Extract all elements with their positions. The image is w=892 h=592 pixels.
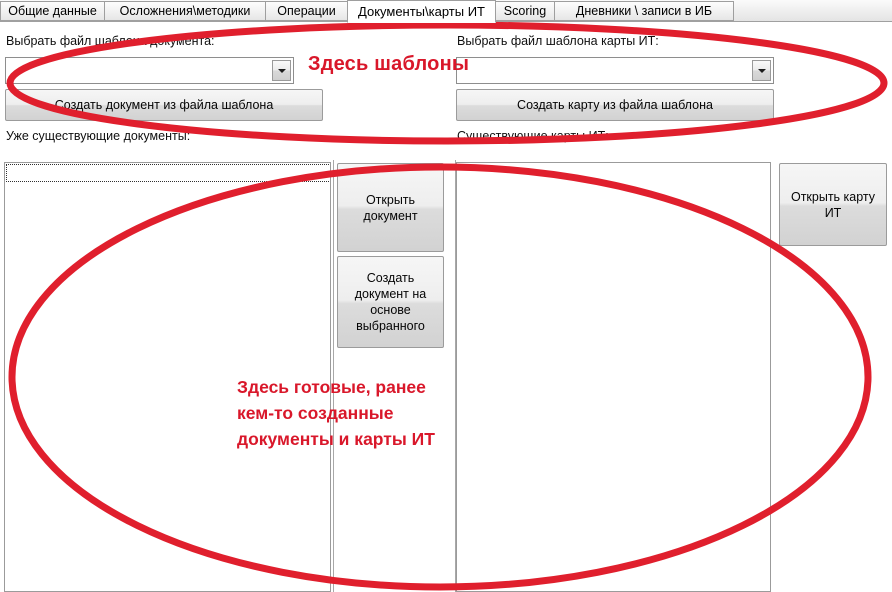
create-document-from-template-label: Создать документ из файла шаблона (54, 98, 274, 112)
tab-label: Осложнения\методики (119, 4, 251, 18)
open-document-label: Открыть документ (363, 192, 418, 223)
tab-scoring[interactable]: Scoring (495, 1, 555, 21)
chevron-down-icon[interactable] (272, 60, 291, 81)
label-select-card-template: Выбрать файл шаблона карты ИТ: (457, 34, 659, 48)
label-select-document-template: Выбрать файл шаблона документа: (6, 34, 215, 48)
document-template-combo[interactable] (5, 57, 294, 84)
tab-dokumenty-karty-it[interactable]: Документы\карты ИТ (347, 0, 496, 23)
chevron-down-icon[interactable] (752, 60, 771, 81)
open-card-button[interactable]: Открыть карту ИТ (779, 163, 887, 246)
tab-obshchie-dannye[interactable]: Общие данные (0, 1, 105, 21)
annotation-label-existing-line2: кем-то созданные (237, 403, 394, 423)
create-card-from-template-label: Создать карту из файла шаблона (517, 98, 713, 112)
tab-label: Общие данные (8, 4, 97, 18)
label-existing-cards: Существующие карты ИТ: (457, 129, 609, 143)
open-card-label: Открыть карту ИТ (790, 189, 876, 220)
existing-documents-header-row (6, 164, 330, 182)
tab-oslozhneniya-metodiki[interactable]: Осложнения\методики (104, 1, 266, 21)
annotation-label-existing-line1: Здесь готовые, ранее (237, 377, 426, 397)
card-template-combo[interactable] (456, 57, 774, 84)
create-card-from-template-button[interactable]: Создать карту из файла шаблона (456, 89, 774, 121)
annotation-label-templates: Здесь шаблоны (308, 53, 470, 75)
annotation-label-existing-line3: документы и карты ИТ (237, 429, 435, 449)
application-window: Общие данные Осложнения\методики Операци… (0, 0, 892, 592)
tab-label: Scoring (503, 4, 547, 18)
tab-dnevniki-zapisi-v-ib[interactable]: Дневники \ записи в ИБ (554, 1, 734, 21)
tab-label: Документы\карты ИТ (358, 4, 485, 19)
existing-cards-list[interactable] (456, 162, 771, 592)
create-document-from-selected-label: Создать документ на основе выбранного (354, 271, 427, 333)
tab-operacii[interactable]: Операции (265, 1, 348, 21)
tab-strip: Общие данные Осложнения\методики Операци… (0, 0, 892, 23)
create-document-from-template-button[interactable]: Создать документ из файла шаблона (5, 89, 323, 121)
label-existing-documents: Уже существующие документы: (6, 129, 191, 143)
tab-label: Дневники \ записи в ИБ (575, 4, 713, 18)
tab-label: Операции (277, 4, 336, 18)
create-document-from-selected-button[interactable]: Создать документ на основе выбранного (337, 256, 444, 348)
open-document-button[interactable]: Открыть документ (337, 163, 444, 252)
